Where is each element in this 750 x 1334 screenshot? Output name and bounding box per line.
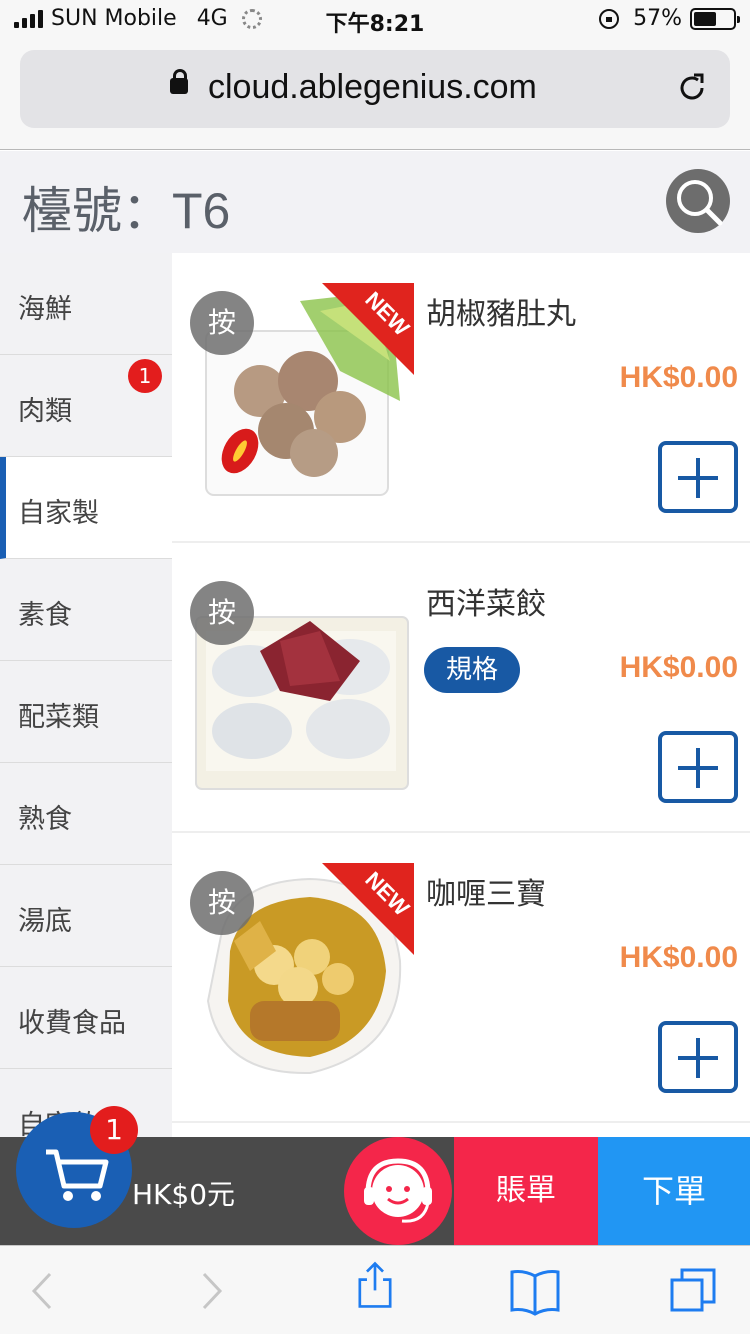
new-ribbon: NEW [322,863,414,955]
add-to-cart-button[interactable] [658,731,738,803]
new-ribbon: NEW [322,283,414,375]
category-item[interactable]: 熟食 [0,763,172,865]
category-item[interactable]: 配菜類 [0,661,172,763]
search-button[interactable] [666,169,730,233]
reload-icon[interactable] [676,72,708,104]
cart-total: HK$0元 [132,1178,236,1211]
category-label: 熟食 [18,804,72,835]
bookmarks-icon[interactable] [508,1266,562,1316]
product-card: 按 西洋菜餃 規格 HK$0.00 [172,543,750,833]
tap-hint-badge[interactable]: 按 [190,871,254,935]
category-label: 自家製 [18,498,99,529]
category-item[interactable]: 肉類 1 [0,355,172,457]
tabs-icon[interactable] [668,1266,718,1316]
product-price: HK$0.00 [619,651,738,684]
battery-icon [690,7,740,30]
category-item[interactable]: 海鮮 [0,253,172,355]
product-card: NEW 按 咖喱三寶 HK$0.00 [172,833,750,1123]
search-icon [677,180,723,226]
status-bar: SUN Mobile 4G 下午8:21 57% [0,0,750,42]
rotation-lock-icon [599,8,620,29]
place-order-button[interactable]: 下單 [598,1137,750,1245]
share-icon[interactable] [350,1260,400,1310]
customer-service-button[interactable] [344,1137,452,1245]
table-number-title: 檯號：T6 [22,183,231,239]
battery-percent: 57% [633,6,682,31]
product-price: HK$0.00 [619,941,738,974]
lock-icon [170,69,188,94]
category-item[interactable]: 湯底 [0,865,172,967]
product-name: 西洋菜餃 [426,587,546,622]
forward-icon[interactable] [186,1266,236,1316]
category-badge: 1 [128,359,162,393]
back-icon[interactable] [18,1266,68,1316]
browser-address-area: cloud.ablegenius.com [0,42,750,150]
bill-button[interactable]: 賬單 [454,1137,598,1245]
category-sidebar: 海鮮 肉類1 自家製 素食 配菜類 熟食 湯底 收費食品 自家飲 [0,253,172,1137]
category-label: 收費食品 [18,1008,126,1039]
browser-toolbar [0,1245,750,1334]
product-list: NEW 按 胡椒豬肚丸 HK$0.00 按 西洋菜餃 規格 HK$0.00 NE… [172,253,750,1137]
category-item[interactable]: 素食 [0,559,172,661]
add-to-cart-button[interactable] [658,1021,738,1093]
category-label: 肉類 [18,396,72,427]
category-item-active[interactable]: 自家製 [0,457,172,559]
page-header: 檯號：T6 [0,151,750,253]
product-price: HK$0.00 [619,361,738,394]
address-bar[interactable]: cloud.ablegenius.com [20,50,730,128]
product-card: NEW 按 胡椒豬肚丸 HK$0.00 [172,253,750,543]
category-label: 湯底 [18,906,72,937]
category-item[interactable]: 收費食品 [0,967,172,1069]
headset-icon [364,1158,432,1223]
category-label: 海鮮 [18,294,72,325]
category-label: 素食 [18,600,72,631]
url-text: cloud.ablegenius.com [208,68,537,106]
product-name: 胡椒豬肚丸 [426,297,576,332]
category-label: 配菜類 [18,702,99,733]
cart-count-badge: 1 [90,1106,138,1154]
product-name: 咖喱三寶 [426,877,546,912]
add-to-cart-button[interactable] [658,441,738,513]
tap-hint-badge[interactable]: 按 [190,291,254,355]
tap-hint-badge[interactable]: 按 [190,581,254,645]
spec-button[interactable]: 規格 [424,647,520,693]
